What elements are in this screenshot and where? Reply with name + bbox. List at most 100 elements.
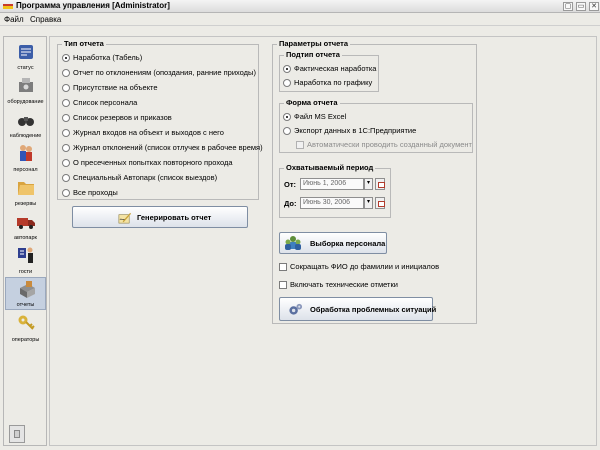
reports-icon: [20, 281, 35, 298]
radio[interactable]: [62, 189, 70, 198]
from-dropdown-button[interactable]: ▾: [364, 178, 373, 190]
sidebar-item-label: отчеты: [16, 302, 35, 308]
radio[interactable]: [62, 84, 70, 93]
report-subtype-title: Подтип отчета: [284, 50, 342, 59]
generate-report-label: Генерировать отчет: [137, 213, 212, 222]
people-group-icon: [285, 236, 301, 250]
report-form-group: Форма отчета Файл MS Excel Экспорт данны…: [279, 98, 473, 153]
to-calendar-icon[interactable]: [375, 197, 385, 209]
sidebar-item-guests[interactable]: гости: [5, 243, 46, 276]
sidebar-item-label: резервы: [14, 201, 37, 207]
status-indicator[interactable]: [9, 425, 25, 443]
radio[interactable]: [62, 99, 70, 108]
sidebar-item-label: операторы: [11, 337, 40, 343]
radio[interactable]: [62, 114, 70, 123]
radio-selected[interactable]: [62, 54, 70, 63]
indicator-icon: [14, 430, 20, 438]
option-label: Список резервов и приказов: [73, 113, 172, 122]
report-type-option-4[interactable]: Список резервов и приказов: [62, 113, 172, 124]
equipment-icon: [19, 78, 33, 92]
tech-marks-row[interactable]: Включать технические отметки: [279, 280, 398, 291]
radio[interactable]: [62, 174, 70, 183]
select-personnel-button[interactable]: Выборка персонала: [279, 232, 387, 254]
sidebar: статус оборудование наблюдение персонал …: [3, 36, 47, 446]
report-form-title: Форма отчета: [284, 98, 340, 107]
gears-icon: [289, 303, 303, 315]
auto-post-checkbox-row[interactable]: Автоматически проводить созданный докуме…: [296, 140, 472, 151]
sidebar-item-fleet[interactable]: автопарк: [5, 209, 46, 242]
option-label: Специальный Автопарк (список выездов): [73, 173, 218, 182]
option-label: Наработка по графику: [294, 78, 373, 87]
option-label: Присутствие на объекте: [73, 83, 158, 92]
maximize-button[interactable]: ▭: [576, 2, 586, 11]
folder-icon: [18, 182, 34, 195]
auto-post-checkbox[interactable]: [296, 141, 304, 150]
sidebar-item-equipment[interactable]: оборудование: [5, 73, 46, 106]
option-label: Журнал отклонений (список отлучек в рабо…: [73, 143, 263, 152]
to-dropdown-button[interactable]: ▾: [364, 197, 373, 209]
report-type-option-6[interactable]: Журнал отклонений (список отлучек в рабо…: [62, 143, 263, 154]
report-type-option-1[interactable]: Отчет по отклонениям (опоздания, ранние …: [62, 68, 256, 79]
period-group: Охватываемый период От: Июнь 1, 2006 ▾ Д…: [279, 163, 391, 218]
app-window: Программа управления [Administrator] ▢ ▭…: [0, 0, 600, 450]
menu-bar: Файл Справка: [0, 13, 600, 26]
option-label: Журнал входов на объект и выходов с него: [73, 128, 224, 137]
menu-file[interactable]: Файл: [4, 15, 24, 24]
close-button[interactable]: ✕: [589, 2, 599, 11]
to-label: До:: [284, 199, 297, 208]
from-date-input[interactable]: Июнь 1, 2006: [300, 178, 364, 190]
sidebar-item-label: наблюдение: [9, 133, 42, 139]
radio[interactable]: [283, 79, 291, 88]
subtype-option-0[interactable]: Фактическая наработка: [283, 64, 376, 75]
from-calendar-icon[interactable]: [375, 178, 385, 190]
option-label: Файл MS Excel: [294, 112, 347, 121]
report-type-option-7[interactable]: О пресеченных попытках повторного проход…: [62, 158, 233, 169]
report-type-title: Тип отчета: [62, 39, 106, 48]
checkbox-label: Сокращать ФИО до фамилии и инициалов: [290, 262, 440, 271]
report-params-title: Параметры отчета: [277, 39, 351, 48]
restore-button[interactable]: ▢: [563, 2, 573, 11]
subtype-option-1[interactable]: Наработка по графику: [283, 78, 372, 89]
radio[interactable]: [283, 127, 291, 136]
generate-report-button[interactable]: Генерировать отчет: [72, 206, 248, 228]
sidebar-item-surveillance[interactable]: наблюдение: [5, 107, 46, 140]
sidebar-item-personnel[interactable]: персонал: [5, 141, 46, 174]
radio-selected[interactable]: [283, 65, 291, 74]
option-label: О пресеченных попытках повторного проход…: [73, 158, 233, 167]
title-bar: Программа управления [Administrator] ▢ ▭…: [0, 0, 600, 13]
report-type-group: Тип отчета Наработка (Табель) Отчет по о…: [57, 39, 263, 200]
shorten-names-checkbox[interactable]: [279, 263, 287, 272]
radio[interactable]: [62, 159, 70, 168]
report-type-option-3[interactable]: Список персонала: [62, 98, 137, 109]
form-option-0[interactable]: Файл MS Excel: [283, 112, 346, 123]
report-type-option-8[interactable]: Специальный Автопарк (список выездов): [62, 173, 217, 184]
radio[interactable]: [62, 69, 70, 78]
radio-selected[interactable]: [283, 113, 291, 122]
sidebar-item-reserves[interactable]: резервы: [5, 175, 46, 208]
option-label: Фактическая наработка: [294, 64, 377, 73]
pen-paper-icon: [118, 212, 132, 224]
report-type-option-5[interactable]: Журнал входов на объект и выходов с него: [62, 128, 224, 139]
checkbox-label: Автоматически проводить созданный докуме…: [307, 140, 472, 149]
report-type-option-2[interactable]: Присутствие на объекте: [62, 83, 158, 94]
period-title: Охватываемый период: [284, 163, 376, 172]
report-type-option-9[interactable]: Все проходы: [62, 188, 118, 199]
sidebar-item-status[interactable]: статус: [5, 39, 46, 72]
menu-help[interactable]: Справка: [30, 15, 61, 24]
report-type-option-0[interactable]: Наработка (Табель): [62, 53, 142, 64]
form-option-1[interactable]: Экспорт данных в 1С:Предприятие: [283, 126, 416, 137]
radio[interactable]: [62, 144, 70, 153]
sidebar-item-label: статус: [17, 65, 34, 71]
report-params-group: Параметры отчета Подтип отчета Фактическ…: [272, 39, 477, 324]
option-label: Отчет по отклонениям (опоздания, ранние …: [73, 68, 256, 77]
app-icon: [3, 4, 13, 9]
sidebar-item-label: автопарк: [14, 235, 37, 241]
radio[interactable]: [62, 129, 70, 138]
to-date-input[interactable]: Июнь 30, 2006: [300, 197, 364, 209]
option-label: Все проходы: [73, 188, 118, 197]
process-problems-button[interactable]: Обработка проблемных ситуаций: [279, 297, 436, 321]
shorten-names-row[interactable]: Сокращать ФИО до фамилии и инициалов: [279, 262, 439, 273]
tech-marks-checkbox[interactable]: [279, 281, 287, 290]
sidebar-item-reports[interactable]: отчеты: [5, 277, 46, 310]
sidebar-item-operators[interactable]: операторы: [5, 311, 46, 344]
